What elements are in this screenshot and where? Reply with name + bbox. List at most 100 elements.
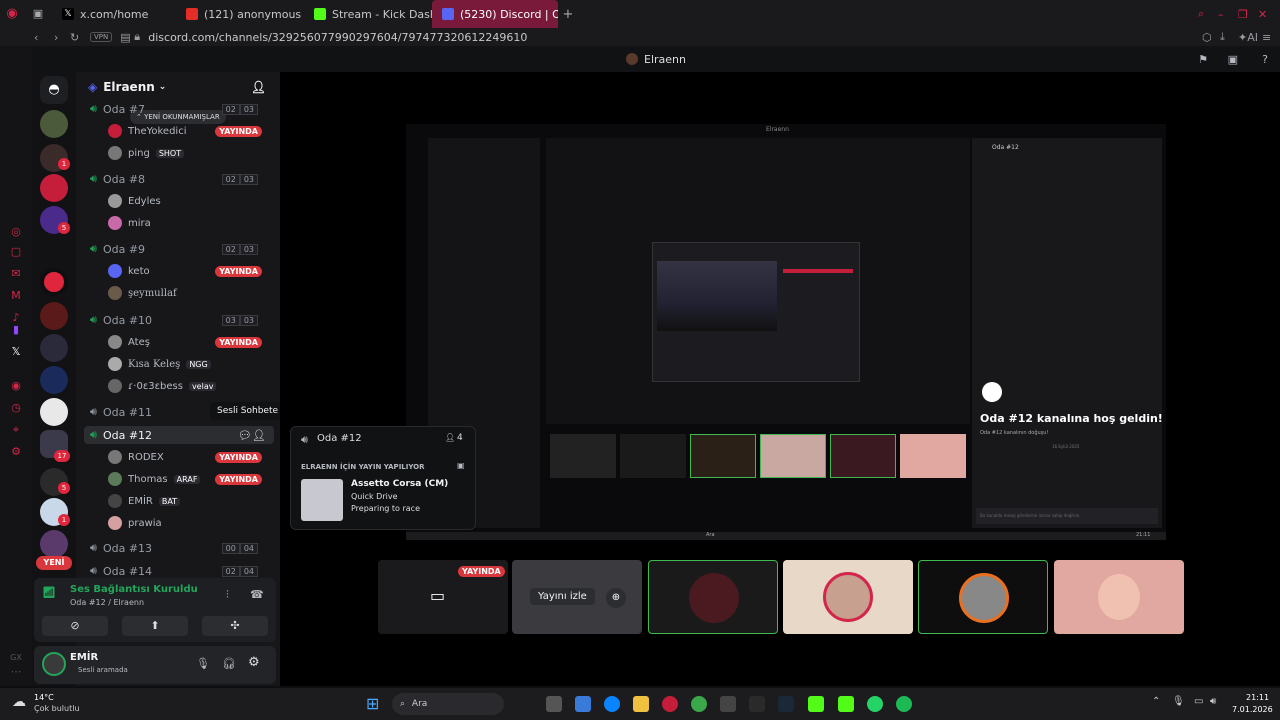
tray-chevron-icon[interactable]: ⌃ (1152, 696, 1160, 707)
weather-temp[interactable]: 14°C (34, 693, 54, 702)
screen-icon[interactable]: ▣ (1228, 53, 1238, 66)
invite-people-icon[interactable]: 👤︎ (251, 80, 266, 94)
extensions-icon[interactable]: ⬡ (1202, 31, 1220, 44)
stream-tile-watch[interactable]: Yayını izle ⊕ (512, 560, 642, 634)
participant-tile[interactable] (648, 560, 778, 634)
tab-youtube[interactable]: (121) anonymous opturkey (176, 0, 304, 28)
file-explorer-icon[interactable] (633, 696, 649, 712)
maximize-icon[interactable]: ❐ (1238, 8, 1258, 21)
voice-user[interactable]: şeymullaf (108, 284, 272, 302)
participant-tile[interactable] (918, 560, 1048, 634)
volume-icon[interactable]: 🔊︎ (1210, 696, 1216, 707)
site-info-icon[interactable]: ▤ (120, 31, 134, 44)
avatar[interactable] (42, 652, 66, 676)
tab-x[interactable]: 𝕏 x.com/home (52, 0, 176, 28)
help-icon[interactable]: ? (1262, 53, 1268, 66)
weather-desc[interactable]: Çok bulutlu (34, 704, 80, 713)
server-icon[interactable] (40, 366, 68, 394)
record-icon[interactable]: ◉ (10, 380, 22, 392)
settings-sidebar-icon[interactable]: ⚙ (10, 446, 22, 458)
back-icon[interactable]: ‹ (34, 31, 54, 44)
x-sidebar-icon[interactable]: 𝕏 (10, 346, 22, 358)
obs-icon[interactable] (749, 696, 765, 712)
settings-icon[interactable]: ⚙ (248, 655, 260, 670)
widgets-icon[interactable] (575, 696, 591, 712)
voice-channel-oda-10[interactable]: 🔊︎ Oda #10 03 03 (90, 311, 270, 329)
server-icon[interactable] (40, 110, 68, 138)
edge-icon[interactable] (604, 696, 620, 712)
store-icon[interactable] (720, 696, 736, 712)
participant-tile[interactable] (1054, 560, 1184, 634)
voice-channel-oda-12[interactable]: 🔊︎ Oda #12 💬︎ 👤︎ (84, 426, 274, 444)
new-tab-button[interactable]: + (558, 7, 578, 22)
opera-gx-icon[interactable] (662, 696, 678, 712)
new-unreads-pill[interactable]: YENİ (36, 556, 72, 570)
server-icon[interactable] (40, 302, 68, 330)
mic-tray-icon[interactable]: 🎙︎ (1172, 696, 1185, 707)
tab-kick[interactable]: Stream - Kick Dashboard (304, 0, 432, 28)
vpn-badge[interactable]: VPN (90, 32, 113, 42)
activities-button[interactable]: ✣ (202, 616, 268, 636)
messenger-icon[interactable]: ✉ (10, 268, 22, 280)
voice-user[interactable]: Ateş YAYINDA (108, 333, 272, 351)
voice-channel-oda-8[interactable]: 🔊︎ Oda #8 02 03 (90, 170, 270, 188)
voice-channel-oda-13[interactable]: 🔊︎ Oda #13 00 04 (90, 539, 270, 557)
server-icon[interactable] (40, 174, 68, 202)
headphones-icon[interactable]: 🎧︎ (222, 657, 236, 670)
url-field[interactable]: discord.com/channels/329256077990297604/… (148, 31, 527, 44)
voice-user[interactable]: mira (108, 214, 272, 232)
task-view-icon[interactable] (546, 696, 562, 712)
discord-home-icon[interactable]: ◓ (40, 76, 68, 104)
opera-menu-icon[interactable]: ◉ (0, 0, 24, 28)
invite-icon[interactable]: 👤︎ (252, 429, 266, 442)
history-icon[interactable]: ◷ (10, 402, 22, 414)
twitch-icon[interactable]: ▮ (10, 324, 22, 336)
ai-icon[interactable]: ◎ (10, 226, 22, 238)
participant-tile[interactable] (783, 560, 913, 634)
server-icon[interactable] (40, 530, 68, 558)
guild-header[interactable]: ◈ Elraenn ⌄ 👤︎ (76, 72, 280, 102)
weather-icon[interactable]: ☁︎ (12, 694, 26, 710)
voice-user[interactable]: TheYokedici YAYINDA (108, 122, 272, 140)
server-icon[interactable] (40, 398, 68, 426)
voice-user[interactable]: Thomas ARAF YAYINDA (108, 470, 272, 488)
inbox-icon[interactable]: ⚑ (1198, 53, 1208, 66)
search-tabs-icon[interactable]: ⌕ (1198, 7, 1218, 21)
network-icon[interactable]: ▭ (1194, 696, 1203, 707)
bag-icon[interactable]: ▢ (10, 246, 22, 258)
clock-date[interactable]: 7.01.2026 (1232, 705, 1273, 714)
workspace-icon[interactable]: ▣ (24, 0, 52, 28)
downloads-icon[interactable]: ⤓ (1220, 30, 1238, 44)
voice-user[interactable]: Edyles (108, 192, 272, 210)
mail-icon[interactable]: M (10, 290, 22, 302)
start-icon[interactable]: ⊞ (366, 694, 379, 713)
aria-ai-button[interactable]: ✦AI (1238, 31, 1262, 44)
stream-stage[interactable]: Elraenn Oda #12 Oda #12 kanalına hoş gel… (280, 72, 1280, 686)
forward-icon[interactable]: › (54, 31, 70, 44)
clock-time[interactable]: 21:11 (1246, 693, 1269, 702)
voice-user[interactable]: keto YAYINDA (108, 262, 272, 280)
server-icon[interactable] (40, 334, 68, 362)
chat-icon[interactable]: 💬︎ (238, 429, 252, 442)
reload-icon[interactable]: ↻ (70, 31, 90, 44)
more-icon[interactable]: ⋯ (10, 666, 22, 678)
tab-discord[interactable]: (5230) Discord | Oda # (432, 0, 558, 28)
voice-channel-oda-9[interactable]: 🔊︎ Oda #9 02 03 (90, 240, 270, 258)
pin-icon[interactable]: ⌖ (10, 424, 22, 436)
popout-icon[interactable]: ⊕ (606, 588, 626, 608)
kick-app-icon[interactable] (808, 696, 824, 712)
server-icon[interactable] (40, 268, 68, 296)
steam-icon[interactable] (778, 696, 794, 712)
whatsapp-icon[interactable] (867, 696, 883, 712)
gx-icon[interactable]: GX (10, 652, 22, 664)
close-window-icon[interactable]: ✕ (1258, 8, 1280, 21)
chrome-icon[interactable] (691, 696, 707, 712)
screen-share-button[interactable]: ⬆ (122, 616, 188, 636)
voice-channel-oda-7[interactable]: 🔊︎ Oda #7 02 03 (90, 100, 270, 118)
voice-user[interactable]: RODEX YAYINDA (108, 448, 272, 466)
taskbar-search[interactable]: ⌕ Ara (392, 693, 504, 715)
microphone-icon[interactable]: 🎙︎ (196, 657, 210, 670)
voice-location[interactable]: Oda #12 / Elraenn (70, 598, 144, 607)
watch-stream-button[interactable]: Yayını izle (530, 588, 595, 605)
spotify-icon[interactable] (896, 696, 912, 712)
